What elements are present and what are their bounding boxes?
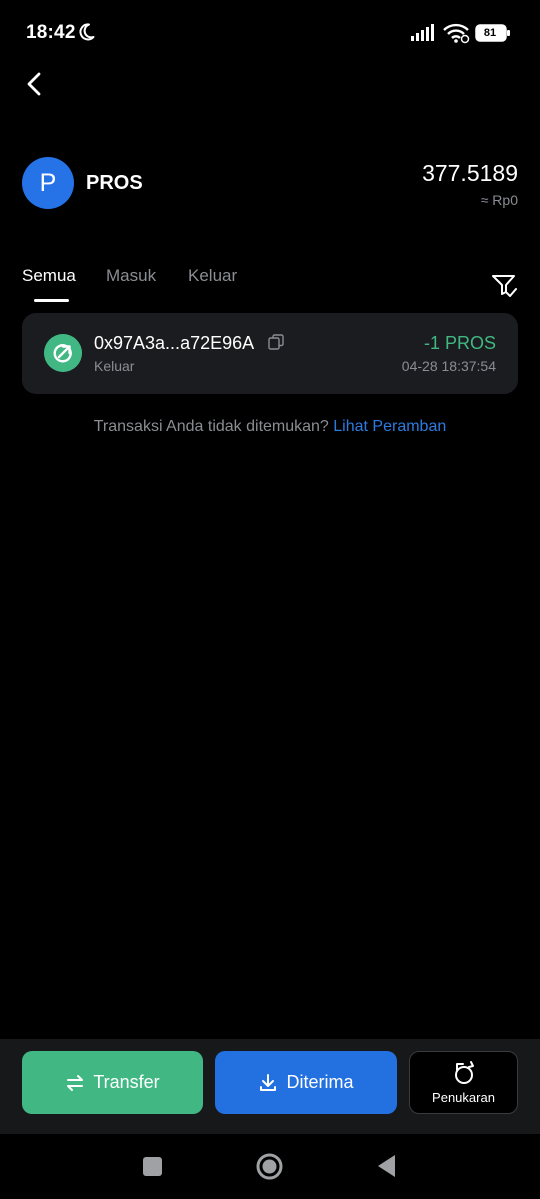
swap-label: Penukaran (432, 1090, 495, 1105)
swap-icon (455, 1061, 474, 1084)
filter-icon[interactable] (490, 272, 518, 300)
nav-back-icon[interactable] (376, 1154, 396, 1178)
not-found-text: Transaksi Anda tidak ditemukan? (93, 418, 329, 435)
action-bar: Transfer Diterima Penukaran (0, 1039, 540, 1134)
active-tab-indicator (34, 299, 69, 302)
transfer-label: Transfer (93, 1072, 160, 1092)
moon-icon (79, 23, 95, 41)
home-icon[interactable] (256, 1153, 283, 1180)
signal-icon (411, 24, 434, 41)
download-icon (260, 1073, 277, 1091)
token-avatar: P (22, 157, 74, 209)
transfer-button[interactable]: Transfer (22, 1051, 203, 1114)
tab-outgoing[interactable]: Keluar (188, 266, 237, 286)
outgoing-icon (44, 334, 82, 372)
transfer-arrows-icon (67, 1074, 84, 1091)
system-nav-bar (0, 1134, 540, 1199)
tab-all[interactable]: Semua (22, 266, 76, 286)
status-time: 18:42 (26, 22, 76, 43)
tx-type: Keluar (94, 358, 135, 374)
receive-label: Diterima (286, 1072, 354, 1092)
battery-level: 81 (483, 27, 497, 39)
tx-not-found-notice: Transaksi Anda tidak ditemukan? Lihat Pe… (0, 418, 540, 436)
token-balance: 377.5189 (422, 160, 518, 186)
wifi-icon (443, 23, 470, 44)
swap-button[interactable]: Penukaran (409, 1051, 518, 1114)
view-explorer-link[interactable]: Lihat Peramban (333, 418, 446, 435)
tx-time: 04-28 18:37:54 (401, 358, 496, 374)
token-symbol: PROS (86, 172, 143, 194)
recent-apps-icon[interactable] (143, 1157, 162, 1176)
status-bar: 18:42 81 (0, 0, 540, 66)
tx-address: 0x97A3a...a72E96A (94, 333, 255, 353)
transaction-row[interactable]: 0x97A3a...a72E96A Keluar -1 PROS 04-28 1… (22, 313, 518, 394)
tx-amount: -1 PROS (423, 333, 496, 353)
receive-button[interactable]: Diterima (215, 1051, 397, 1114)
token-fiat-value: ≈ Rp0 (480, 192, 518, 208)
tab-incoming[interactable]: Masuk (106, 266, 156, 286)
back-button[interactable] (18, 66, 54, 102)
copy-icon[interactable] (268, 334, 284, 350)
